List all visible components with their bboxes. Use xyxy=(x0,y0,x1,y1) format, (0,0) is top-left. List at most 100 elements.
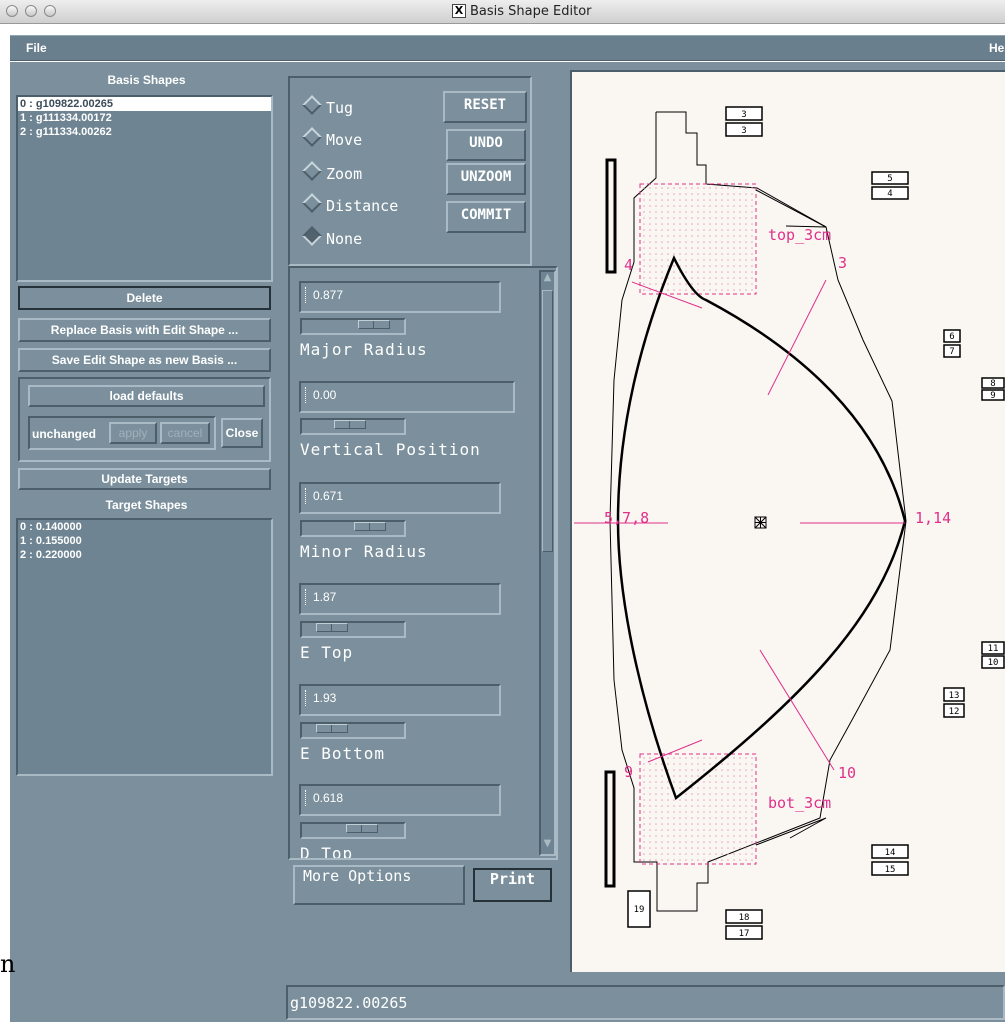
svg-text:1,14: 1,14 xyxy=(915,509,951,527)
list-item[interactable]: 0 : g109822.00265 xyxy=(18,97,271,111)
slider-thumb[interactable] xyxy=(354,522,386,531)
load-defaults-button[interactable]: load defaults xyxy=(28,385,265,407)
basis-shapes-list[interactable]: 0 : g109822.00265 1 : g111334.00172 2 : … xyxy=(16,95,273,282)
update-targets-button[interactable]: Update Targets xyxy=(18,468,271,490)
text-caret xyxy=(305,589,307,605)
vertical-position-field[interactable]: 0.00 xyxy=(299,381,515,413)
list-item[interactable]: 2 : g111334.00262 xyxy=(18,125,271,139)
zoom-window-icon[interactable] xyxy=(44,5,56,17)
save-as-basis-button[interactable]: Save Edit Shape as new Basis ... xyxy=(18,348,271,372)
mode-distance[interactable]: Distance xyxy=(302,193,398,215)
close-window-icon[interactable] xyxy=(6,5,18,17)
menubar: File He xyxy=(10,35,1005,61)
minimize-window-icon[interactable] xyxy=(25,5,37,17)
svg-text:19: 19 xyxy=(634,905,645,915)
reset-button[interactable]: RESET xyxy=(443,91,527,123)
list-item[interactable]: 1 : 0.155000 xyxy=(18,534,271,548)
bot-3cm-region xyxy=(639,753,757,865)
params-list: 0.877 Major Radius 0.00 Vertical Positio… xyxy=(288,268,538,858)
e-top-slider[interactable] xyxy=(300,621,406,638)
cancel-button[interactable]: cancel xyxy=(160,422,210,444)
replace-basis-button[interactable]: Replace Basis with Edit Shape ... xyxy=(18,318,271,342)
commit-button[interactable]: COMMIT xyxy=(446,201,526,233)
window-titlebar: X Basis Shape Editor xyxy=(0,0,1005,24)
window-title: Basis Shape Editor xyxy=(470,4,592,19)
apply-button[interactable]: apply xyxy=(109,422,157,444)
svg-text:11: 11 xyxy=(988,644,999,654)
svg-text:3: 3 xyxy=(741,126,746,136)
coil-outline xyxy=(604,770,616,888)
svg-text:top_3cm: top_3cm xyxy=(768,226,831,244)
major-radius-label: Major Radius xyxy=(300,340,428,359)
scroll-thumb[interactable] xyxy=(542,290,553,552)
mode-move[interactable]: Move xyxy=(302,127,362,149)
magnetic-axis-icon xyxy=(754,516,767,529)
menu-help[interactable]: He xyxy=(989,41,1004,55)
shape-canvas[interactable]: 3 3 5 4 6 7 8 9 11 10 13 12 14 15 18 17 … xyxy=(570,70,1005,972)
status-unchanged: unchanged xyxy=(32,427,97,441)
x11-app-icon: X xyxy=(452,4,466,18)
shape-spike xyxy=(755,189,827,228)
slider-thumb[interactable] xyxy=(316,724,348,733)
d-top-slider[interactable] xyxy=(300,822,406,839)
list-item[interactable]: 2 : 0.220000 xyxy=(18,548,271,562)
svg-text:5,7,8: 5,7,8 xyxy=(604,509,649,527)
svg-text:9: 9 xyxy=(990,391,995,401)
params-scrollbar[interactable]: ▲ ▼ xyxy=(539,270,556,856)
text-caret xyxy=(305,287,307,303)
scroll-up-icon[interactable]: ▲ xyxy=(541,272,554,286)
slider-thumb[interactable] xyxy=(358,320,390,329)
mode-zoom[interactable]: Zoom xyxy=(302,161,362,183)
radio-diamond-icon xyxy=(302,95,322,115)
scroll-down-icon[interactable]: ▼ xyxy=(541,838,554,852)
e-bottom-label: E Bottom xyxy=(300,744,386,763)
radio-diamond-icon xyxy=(302,193,322,213)
top-3cm-region xyxy=(639,183,757,295)
vertical-position-label: Vertical Position xyxy=(300,440,481,459)
list-item[interactable]: 1 : g111334.00172 xyxy=(18,111,271,125)
text-caret xyxy=(305,790,307,806)
d-top-field[interactable]: 0.618 xyxy=(299,784,501,816)
radio-diamond-icon xyxy=(302,127,322,147)
major-radius-field[interactable]: 0.877 xyxy=(299,281,501,313)
close-button[interactable]: Close xyxy=(221,418,263,448)
minor-radius-slider[interactable] xyxy=(300,520,406,537)
svg-text:13: 13 xyxy=(949,691,960,701)
e-top-field[interactable]: 1.87 xyxy=(299,583,501,615)
minor-radius-field[interactable]: 0.671 xyxy=(299,482,501,514)
svg-text:10: 10 xyxy=(988,658,999,668)
slider-thumb[interactable] xyxy=(316,623,348,632)
e-top-label: E Top xyxy=(300,643,354,662)
list-item[interactable]: 0 : 0.140000 xyxy=(18,520,271,534)
e-bottom-slider[interactable] xyxy=(300,722,406,739)
e-bottom-field[interactable]: 1.93 xyxy=(299,684,501,716)
basis-shapes-title: Basis Shapes xyxy=(107,73,186,87)
vertical-position-slider[interactable] xyxy=(300,418,406,435)
coil-outline xyxy=(605,158,617,274)
delete-button[interactable]: Delete xyxy=(18,286,271,310)
svg-text:12: 12 xyxy=(949,707,960,717)
slider-thumb[interactable] xyxy=(346,824,378,833)
shape-spike xyxy=(755,817,827,846)
more-options-button[interactable]: More Options xyxy=(293,865,465,905)
ray-labels: top_3cm bot_3cm 3 4 5,7,8 1,14 9 10 xyxy=(604,226,951,812)
mode-none[interactable]: None xyxy=(302,226,362,248)
shape-drawing[interactable]: 3 3 5 4 6 7 8 9 11 10 13 12 14 15 18 17 … xyxy=(570,70,1005,972)
menu-file[interactable]: File xyxy=(26,41,47,55)
undo-button[interactable]: UNDO xyxy=(446,129,526,161)
slider-thumb[interactable] xyxy=(334,420,366,429)
svg-text:8: 8 xyxy=(990,379,995,389)
target-shapes-list[interactable]: 0 : 0.140000 1 : 0.155000 2 : 0.220000 xyxy=(16,518,273,776)
unzoom-button[interactable]: UNZOOM xyxy=(446,163,526,195)
mode-tug[interactable]: Tug xyxy=(302,95,353,117)
radio-diamond-icon xyxy=(302,161,322,181)
target-shapes-title: Target Shapes xyxy=(105,498,188,512)
text-caret xyxy=(305,690,307,706)
status-field[interactable]: g109822.00265 xyxy=(286,985,1005,1020)
major-radius-slider[interactable] xyxy=(300,318,406,335)
svg-text:3: 3 xyxy=(741,110,746,120)
print-button[interactable]: Print xyxy=(473,868,552,902)
svg-text:4: 4 xyxy=(624,256,633,274)
svg-text:7: 7 xyxy=(949,347,954,357)
svg-text:5: 5 xyxy=(887,174,892,184)
